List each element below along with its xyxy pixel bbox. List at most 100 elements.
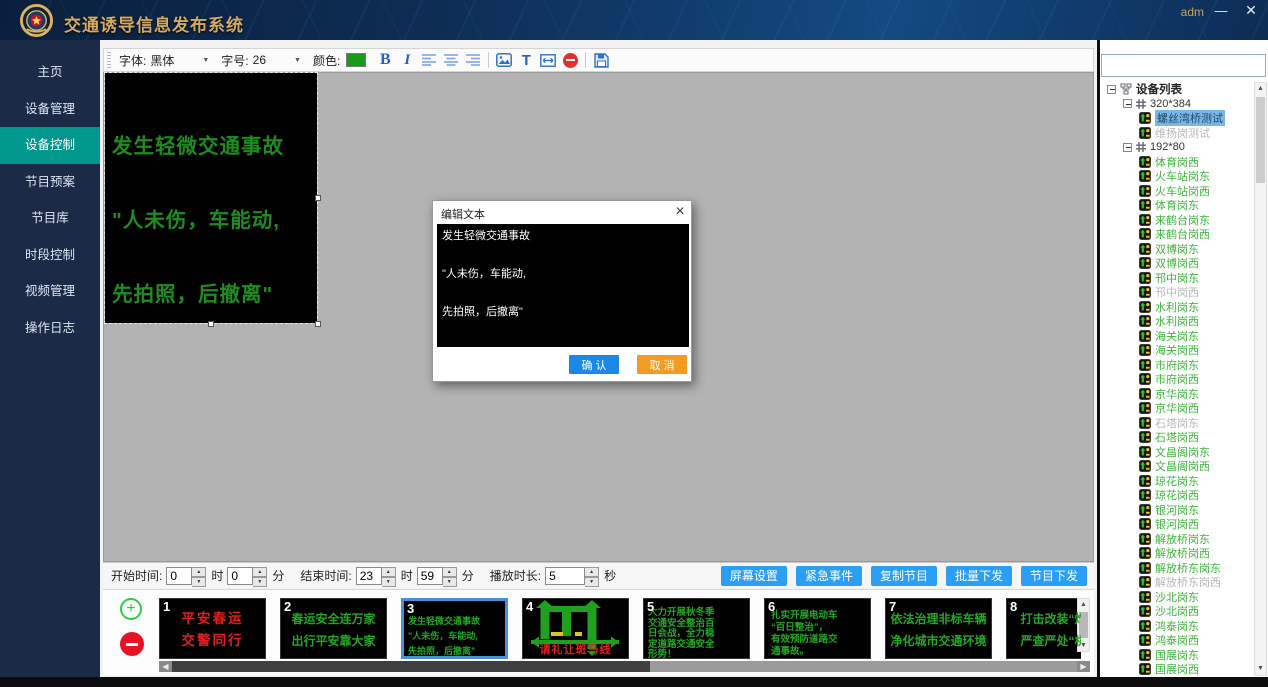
- save-icon[interactable]: [591, 50, 611, 70]
- scrollbar-thumb[interactable]: [1256, 97, 1265, 183]
- sidebar-item[interactable]: 节目库: [0, 200, 100, 237]
- font-dropdown-arrow[interactable]: ▼: [202, 57, 209, 64]
- start-minute-input[interactable]: [227, 567, 253, 585]
- scrollbar-thumb[interactable]: [172, 661, 650, 672]
- sidebar-item[interactable]: 节目预案: [0, 164, 100, 201]
- spinner-up[interactable]: ▲: [382, 567, 396, 577]
- confirm-button[interactable]: 确 认: [569, 355, 619, 374]
- device-item[interactable]: 解放桥岗东: [1101, 532, 1255, 547]
- device-item[interactable]: 鸿泰岗东: [1101, 619, 1255, 634]
- spinner-down[interactable]: ▼: [443, 577, 457, 587]
- bold-button[interactable]: B: [375, 50, 395, 70]
- dialog-close-icon[interactable]: ✕: [675, 204, 685, 218]
- program-strip-horizontal-scrollbar[interactable]: ◀ ▶: [159, 661, 1090, 672]
- spinner-up[interactable]: ▲: [253, 567, 267, 577]
- minimize-button[interactable]: —: [1212, 3, 1230, 19]
- device-tree-scrollbar[interactable]: ▲ ▼: [1254, 82, 1267, 676]
- device-item[interactable]: 解放桥岗西: [1101, 546, 1255, 561]
- device-group[interactable]: 192*80: [1101, 140, 1255, 155]
- device-item[interactable]: 水利岗东: [1101, 300, 1255, 315]
- size-select[interactable]: 26: [253, 53, 266, 67]
- delete-item-icon[interactable]: [560, 50, 580, 70]
- close-button[interactable]: ✕: [1242, 2, 1260, 20]
- cancel-button[interactable]: 取 消: [637, 355, 687, 374]
- program-thumbnail[interactable]: 5大力开展秋冬季交通安全整治百日会战，全力稳定道路交通安全形势！: [643, 598, 750, 659]
- device-item[interactable]: 文昌阁岗东: [1101, 445, 1255, 460]
- tree-collapse-icon[interactable]: [1123, 143, 1132, 152]
- device-item[interactable]: 国展岗西: [1101, 662, 1255, 677]
- device-search-input[interactable]: [1101, 54, 1266, 77]
- device-item[interactable]: 维扬岗测试: [1101, 126, 1255, 141]
- device-item[interactable]: 鸿泰岗西: [1101, 633, 1255, 648]
- align-left-icon[interactable]: [419, 50, 439, 70]
- start-hour-input[interactable]: [166, 567, 192, 585]
- device-item[interactable]: 市府岗西: [1101, 372, 1255, 387]
- dialog-textarea[interactable]: 发生轻微交通事故 "人未伤，车能动, 先拍照，后撤离": [437, 224, 689, 347]
- device-item[interactable]: 来鹤台岗东: [1101, 213, 1255, 228]
- program-thumbnail[interactable]: 6扎实开展电动车“百日整治”，有效预防道路交通事故。: [764, 598, 871, 659]
- scroll-left-arrow[interactable]: ◀: [159, 661, 172, 672]
- device-item[interactable]: 国展岗东: [1101, 648, 1255, 663]
- action-button[interactable]: 屏幕设置: [721, 566, 787, 586]
- device-item[interactable]: 银河岗东: [1101, 503, 1255, 518]
- sidebar-item[interactable]: 设备管理: [0, 91, 100, 128]
- toolbar-grip[interactable]: [107, 52, 111, 68]
- scroll-effect-icon[interactable]: [538, 50, 558, 70]
- spinner-up[interactable]: ▲: [585, 567, 599, 577]
- device-item[interactable]: 石塔岗东: [1101, 416, 1255, 431]
- program-thumbnail[interactable]: 1平安春运交警同行: [159, 598, 266, 659]
- device-item[interactable]: 沙北岗东: [1101, 590, 1255, 605]
- italic-button[interactable]: I: [397, 50, 417, 70]
- spinner-down[interactable]: ▼: [585, 577, 599, 587]
- action-button[interactable]: 节目下发: [1021, 566, 1087, 586]
- device-item[interactable]: 海关岗西: [1101, 343, 1255, 358]
- device-item[interactable]: 体育岗东: [1101, 198, 1255, 213]
- program-thumbnail[interactable]: 7依法治理非标车辆净化城市交通环境: [885, 598, 992, 659]
- device-item[interactable]: 螺丝湾桥测试: [1101, 111, 1255, 126]
- duration-input[interactable]: [545, 567, 585, 585]
- device-item[interactable]: 邗中岗西: [1101, 285, 1255, 300]
- sidebar-item[interactable]: 视频管理: [0, 273, 100, 310]
- resize-handle-corner[interactable]: [315, 321, 321, 327]
- insert-image-icon[interactable]: [494, 50, 514, 70]
- device-item[interactable]: 文昌阁岗西: [1101, 459, 1255, 474]
- insert-text-icon[interactable]: T: [516, 50, 536, 70]
- device-item[interactable]: 京华岗西: [1101, 401, 1255, 416]
- program-thumbnail[interactable]: 3发生轻微交通事故"人未伤，车能动,先拍照，后撤离": [401, 598, 508, 659]
- device-group[interactable]: 320*384: [1101, 97, 1255, 112]
- device-item[interactable]: 市府岗东: [1101, 358, 1255, 373]
- device-item[interactable]: 来鹤台岗西: [1101, 227, 1255, 242]
- end-hour-input[interactable]: [356, 567, 382, 585]
- resize-handle-bottom[interactable]: [208, 321, 214, 327]
- led-preview-panel[interactable]: 发生轻微交通事故 "人未伤，车能动, 先拍照，后撤离": [105, 73, 317, 323]
- action-button[interactable]: 紧急事件: [796, 566, 862, 586]
- device-item[interactable]: 京华岗东: [1101, 387, 1255, 402]
- spinner-down[interactable]: ▼: [192, 577, 206, 587]
- sidebar-item[interactable]: 操作日志: [0, 310, 100, 347]
- device-item[interactable]: 火车站岗西: [1101, 184, 1255, 199]
- end-minute-input[interactable]: [417, 567, 443, 585]
- device-item[interactable]: 沙北岗西: [1101, 604, 1255, 619]
- action-button[interactable]: 批量下发: [946, 566, 1012, 586]
- device-item[interactable]: 琼花岗东: [1101, 474, 1255, 489]
- add-program-button[interactable]: +: [120, 598, 142, 620]
- device-item[interactable]: 解放桥东岗西: [1101, 575, 1255, 590]
- tree-collapse-icon[interactable]: [1107, 85, 1116, 94]
- action-button[interactable]: 复制节目: [871, 566, 937, 586]
- scroll-up-arrow[interactable]: ▲: [1255, 83, 1266, 95]
- device-item[interactable]: 琼花岗西: [1101, 488, 1255, 503]
- device-item[interactable]: 邗中岗东: [1101, 271, 1255, 286]
- sidebar-item[interactable]: 时段控制: [0, 237, 100, 274]
- align-center-icon[interactable]: [441, 50, 461, 70]
- device-item[interactable]: 石塔岗西: [1101, 430, 1255, 445]
- program-thumbnail[interactable]: 4请礼让斑马线: [522, 598, 629, 659]
- sidebar-item[interactable]: 主页: [0, 54, 100, 91]
- color-swatch[interactable]: [346, 53, 366, 67]
- device-item[interactable]: 银河岗西: [1101, 517, 1255, 532]
- resize-handle-right[interactable]: [315, 195, 321, 201]
- device-item[interactable]: 海关岗东: [1101, 329, 1255, 344]
- device-tree-root[interactable]: 设备列表: [1101, 82, 1255, 97]
- spinner-up[interactable]: ▲: [443, 567, 457, 577]
- font-select[interactable]: 黑体: [150, 52, 174, 69]
- device-item[interactable]: 双博岗西: [1101, 256, 1255, 271]
